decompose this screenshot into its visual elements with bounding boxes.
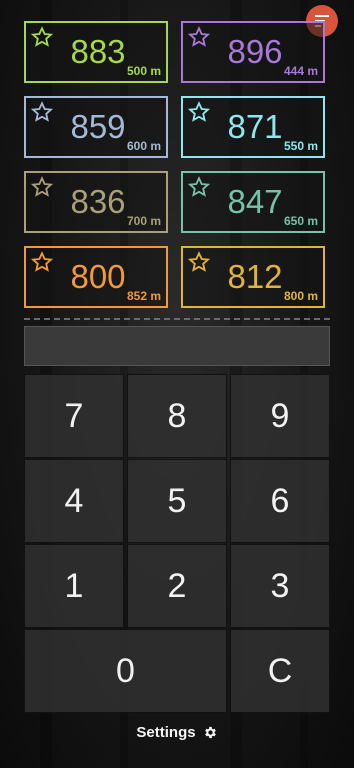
level-tile[interactable]: 812 800 m xyxy=(181,246,325,308)
settings-button[interactable]: Settings xyxy=(0,724,354,741)
key-0[interactable]: 0 xyxy=(24,629,227,713)
level-tile[interactable]: 859 600 m xyxy=(24,96,168,158)
tile-distance: 550 m xyxy=(283,139,318,153)
settings-label: Settings xyxy=(136,724,196,741)
tile-distance: 600 m xyxy=(126,139,161,153)
key-1[interactable]: 1 xyxy=(24,544,124,628)
tile-distance: 852 m xyxy=(126,289,161,303)
key-5[interactable]: 5 xyxy=(127,459,227,543)
gear-icon xyxy=(204,726,216,739)
level-tile[interactable]: 896 444 m xyxy=(181,21,325,83)
level-tile[interactable]: 871 550 m xyxy=(181,96,325,158)
key-7[interactable]: 7 xyxy=(24,374,124,458)
tile-distance: 650 m xyxy=(283,214,318,228)
key-2[interactable]: 2 xyxy=(127,544,227,628)
key-8[interactable]: 8 xyxy=(127,374,227,458)
dashed-divider xyxy=(24,318,330,320)
level-tile[interactable]: 836 700 m xyxy=(24,171,168,233)
level-tile[interactable]: 847 650 m xyxy=(181,171,325,233)
tile-distance: 500 m xyxy=(126,64,161,78)
input-display xyxy=(24,326,330,366)
tile-distance: 444 m xyxy=(283,64,318,78)
key-clear[interactable]: C xyxy=(230,629,330,713)
key-4[interactable]: 4 xyxy=(24,459,124,543)
key-6[interactable]: 6 xyxy=(230,459,330,543)
key-3[interactable]: 3 xyxy=(230,544,330,628)
tile-distance: 800 m xyxy=(283,289,318,303)
level-tile[interactable]: 883 500 m xyxy=(24,21,168,83)
key-9[interactable]: 9 xyxy=(230,374,330,458)
tile-distance: 700 m xyxy=(126,214,161,228)
level-tile[interactable]: 800 852 m xyxy=(24,246,168,308)
